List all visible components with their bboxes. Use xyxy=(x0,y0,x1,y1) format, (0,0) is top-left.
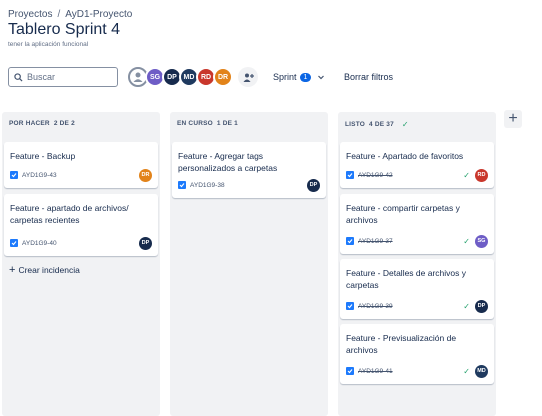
issue-title: Feature - Agregar tags personalizados a … xyxy=(178,151,278,173)
issue-key[interactable]: AYD1G9-43 xyxy=(22,172,57,179)
task-type-icon xyxy=(346,237,354,245)
issue-key[interactable]: AYD1G9-39 xyxy=(358,303,393,310)
plus-icon: + xyxy=(9,264,16,276)
add-people-button[interactable] xyxy=(238,67,258,87)
done-check-icon: ✓ xyxy=(463,170,470,180)
user-icon xyxy=(133,72,143,82)
page-title: Tablero Sprint 4 xyxy=(8,21,121,38)
issue-card[interactable]: Feature - Detalles de archivos y carpeta… xyxy=(340,259,494,319)
column-title: EN CURSO xyxy=(177,120,213,127)
issue-footer: AYD1G9-43 DR xyxy=(10,168,152,182)
column-title: POR HACER xyxy=(9,120,50,127)
assignee-avatar[interactable]: DP xyxy=(475,299,488,313)
column-header: POR HACER 2 DE 2 xyxy=(9,120,75,127)
assignee-avatar[interactable]: MD xyxy=(475,364,488,378)
task-type-icon xyxy=(346,171,354,179)
column-title: LISTO xyxy=(345,121,366,128)
issue-footer: AYD1G9-41 ✓ MD xyxy=(346,364,488,378)
task-type-icon xyxy=(10,171,18,179)
assignee-avatar[interactable]: SG xyxy=(475,234,488,248)
issue-footer: AYD1G9-39 ✓ DP xyxy=(346,299,488,313)
search-icon xyxy=(14,72,23,82)
issue-footer: AYD1G9-42 ✓ RD xyxy=(346,168,488,182)
column-count: 4 DE 37 xyxy=(369,121,394,128)
avatar-dr[interactable]: DR xyxy=(213,67,233,87)
column-todo: POR HACER 2 DE 2 Feature - Backup AYD1G9… xyxy=(2,112,160,416)
issue-key[interactable]: AYD1G9-38 xyxy=(190,182,225,189)
issue-title: Feature - Detalles de archivos y carpeta… xyxy=(346,268,466,290)
column-in-progress: EN CURSO 1 DE 1 Feature - Agregar tags p… xyxy=(170,112,328,416)
create-issue-button[interactable]: + Crear incidencia xyxy=(9,264,80,276)
done-check-icon: ✓ xyxy=(463,366,470,376)
task-type-icon xyxy=(10,239,18,247)
issue-key[interactable]: AYD1G9-42 xyxy=(358,172,393,179)
sprint-count-badge: 1 xyxy=(299,72,312,82)
column-header: EN CURSO 1 DE 1 xyxy=(177,120,238,127)
issue-card[interactable]: Feature - apartado de archivos/ carpetas… xyxy=(4,194,158,256)
column-count: 1 DE 1 xyxy=(216,120,238,127)
done-check-icon: ✓ xyxy=(463,301,470,311)
create-issue-label: Crear incidencia xyxy=(18,265,80,275)
issue-title: Feature - apartado de archivos/ carpetas… xyxy=(10,203,129,225)
issue-footer: AYD1G9-38 DP xyxy=(178,178,320,192)
issue-card[interactable]: Feature - Previsualización de archivos A… xyxy=(340,324,494,384)
assignee-avatar[interactable]: DP xyxy=(139,236,152,250)
issue-card[interactable]: Feature - Backup AYD1G9-43 DR xyxy=(4,142,158,188)
issue-key[interactable]: AYD1G9-40 xyxy=(22,240,57,247)
issue-key[interactable]: AYD1G9-41 xyxy=(358,368,393,375)
issue-title: Feature - Previsualización de archivos xyxy=(346,333,457,355)
search-input[interactable] xyxy=(27,72,117,82)
column-done: LISTO 4 DE 37 ✓ Feature - Apartado de fa… xyxy=(338,112,496,416)
issue-footer: AYD1G9-37 ✓ SG xyxy=(346,234,488,248)
issue-footer: AYD1G9-40 DP xyxy=(10,236,152,250)
column-count: 2 DE 2 xyxy=(53,120,75,127)
assignee-avatar[interactable]: RD xyxy=(475,168,488,182)
breadcrumb: Proyectos / AyD1-Proyecto xyxy=(8,9,132,20)
search-box[interactable] xyxy=(8,67,118,87)
sprint-label: Sprint xyxy=(273,72,297,82)
sprint-goal: tener la aplicación funcional xyxy=(8,41,89,48)
done-check-icon: ✓ xyxy=(463,236,470,246)
breadcrumb-projects-link[interactable]: Proyectos xyxy=(8,9,52,20)
issue-key[interactable]: AYD1G9-37 xyxy=(358,238,393,245)
issue-card[interactable]: Feature - Agregar tags personalizados a … xyxy=(172,142,326,198)
add-person-icon xyxy=(243,73,254,82)
task-type-icon xyxy=(346,302,354,310)
clear-filters-button[interactable]: Borrar filtros xyxy=(344,72,393,82)
issue-card[interactable]: Feature - compartir carpetas y archivos … xyxy=(340,194,494,254)
assignee-avatar[interactable]: DP xyxy=(307,178,320,192)
breadcrumb-separator: / xyxy=(57,9,61,20)
task-type-icon xyxy=(178,181,186,189)
chevron-down-icon xyxy=(318,75,325,80)
issue-title: Feature - Apartado de favoritos xyxy=(346,151,464,161)
issue-title: Feature - compartir carpetas y archivos xyxy=(346,203,460,225)
assignee-avatar[interactable]: DR xyxy=(139,168,152,182)
issue-card[interactable]: Feature - Apartado de favoritos AYD1G9-4… xyxy=(340,142,494,188)
breadcrumb-project-link[interactable]: AyD1-Proyecto xyxy=(65,9,132,20)
assignee-filter: SG DP MD RD DR xyxy=(128,67,258,87)
add-column-button[interactable]: + xyxy=(504,110,522,128)
issue-title: Feature - Backup xyxy=(10,151,76,161)
column-done-check-icon: ✓ xyxy=(401,120,409,129)
task-type-icon xyxy=(346,367,354,375)
sprint-filter-button[interactable]: Sprint 1 xyxy=(273,72,325,82)
column-header: LISTO 4 DE 37 ✓ xyxy=(345,120,409,129)
